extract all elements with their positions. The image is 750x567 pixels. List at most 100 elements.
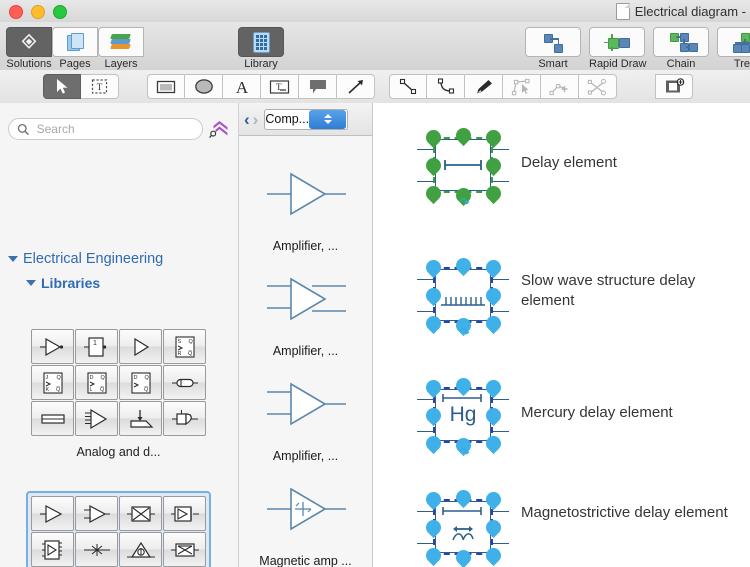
smart-button[interactable] <box>525 27 581 57</box>
library-thumb-grid[interactable]: 1 SQRQ̅ JQKQ̅ DQLQ̅ DQQ̅ <box>28 326 209 439</box>
amplifier-2in-1out-icon <box>239 368 372 440</box>
shape-slow-wave-structure-delay-element[interactable]: ↷ <box>411 241 515 345</box>
bar-with-ends-icon <box>435 139 491 191</box>
shape-list-item[interactable]: Amplifier, ... <box>239 158 372 253</box>
shape-list-item[interactable]: Amplifier, ... <box>239 368 372 463</box>
search-input[interactable] <box>35 121 194 137</box>
library-shape-cell[interactable]: DQLQ̅ <box>75 365 118 400</box>
arc-tool[interactable] <box>427 74 465 99</box>
shape-list-item[interactable]: Magnetic amp ... <box>239 473 372 567</box>
arrow-tool[interactable] <box>337 74 375 99</box>
line-tools-group <box>389 74 617 99</box>
library-shape-cell[interactable] <box>119 401 162 436</box>
library-shape-cell[interactable] <box>119 496 162 531</box>
library-shape-cell[interactable]: DQQ̅ <box>119 365 162 400</box>
library-thumb-grid-selected[interactable] <box>26 491 211 567</box>
library-shape-cell[interactable]: 1 <box>75 329 118 364</box>
library-shape-cell[interactable]: JQKQ̅ <box>31 365 74 400</box>
shape-tools-group: A T <box>147 74 375 99</box>
shape-label: Mercury delay element <box>521 403 736 423</box>
callout-icon <box>308 78 328 95</box>
rapid-draw-button[interactable] <box>589 27 645 57</box>
library-button[interactable] <box>238 27 284 57</box>
shape-label: Slow wave structure delay element <box>521 271 736 311</box>
library-shape-cell[interactable]: SQRQ̅ <box>163 329 206 364</box>
library-shape-cell[interactable] <box>163 532 206 567</box>
document-title: Electrical diagram - <box>616 2 746 20</box>
zoom-button[interactable] <box>53 5 67 19</box>
draw-toolbar: T A <box>0 70 750 104</box>
pages-button[interactable] <box>52 27 98 57</box>
tree-button[interactable] <box>717 27 750 57</box>
smart-label: Smart <box>525 58 581 70</box>
stepper-updown-icon[interactable] <box>309 110 346 129</box>
select-tools-group: T <box>43 74 119 99</box>
add-point-tool[interactable] <box>541 74 579 99</box>
library-shape-cell[interactable] <box>31 401 74 436</box>
rectangle-tool[interactable] <box>147 74 185 99</box>
tree-node-electrical-engineering[interactable]: Electrical Engineering <box>8 251 163 267</box>
edit-points-tool[interactable] <box>503 74 541 99</box>
curved-line-icon <box>436 78 456 95</box>
hotspot-tool[interactable] <box>655 74 693 99</box>
ellipse-tool[interactable] <box>185 74 223 99</box>
library-card-analog-and-digital[interactable]: 1 SQRQ̅ JQKQ̅ DQLQ̅ DQQ̅ <box>28 326 209 459</box>
layers-button-wrap: Layers <box>98 27 144 57</box>
extra-tools-group <box>655 74 693 99</box>
library-shape-cell[interactable] <box>75 532 118 567</box>
svg-text:A: A <box>235 78 248 96</box>
shape-caption: Amplifier, ... <box>239 449 372 463</box>
shape-delay-element[interactable]: ↷ <box>411 111 515 215</box>
library-select[interactable]: Comp... <box>264 109 348 130</box>
library-icon <box>253 32 270 53</box>
document-icon <box>616 3 630 20</box>
solutions-icon <box>20 33 38 51</box>
tree-label-electrical-engineering: Electrical Engineering <box>23 251 163 267</box>
solutions-button[interactable] <box>6 27 52 57</box>
minimize-button[interactable] <box>31 5 45 19</box>
line-tool[interactable] <box>389 74 427 99</box>
library-shape-cell[interactable] <box>163 401 206 436</box>
layers-button[interactable] <box>98 27 144 57</box>
library-shape-cell[interactable] <box>75 496 118 531</box>
search-solution-icon[interactable] <box>209 119 229 139</box>
cut-path-tool[interactable] <box>579 74 617 99</box>
toolbar-left-group: Solutions Pages Layers <box>6 27 144 57</box>
library-shape-cell[interactable] <box>31 329 74 364</box>
library-shape-cell[interactable] <box>119 532 162 567</box>
tree-node-libraries[interactable]: Libraries <box>26 275 163 291</box>
svg-text:S: S <box>177 339 181 345</box>
library-shape-cell[interactable] <box>31 496 74 531</box>
search-box[interactable] <box>8 118 203 140</box>
svg-text:Q: Q <box>144 375 149 381</box>
rotate-handle-icon[interactable]: ↷ <box>459 195 470 211</box>
text-select-tool[interactable]: T <box>81 74 119 99</box>
chevron-left-icon[interactable]: ‹ <box>244 111 250 128</box>
magnetic-amplifier-icon <box>239 473 372 545</box>
library-shape-cell[interactable] <box>163 496 206 531</box>
shape-list-item[interactable]: Amplifier, ... <box>239 263 372 358</box>
shape-mercury-delay-element[interactable]: Hg ↷ <box>411 361 515 465</box>
rotate-handle-icon[interactable]: ↷ <box>459 445 470 461</box>
library-card-composite-assemblies[interactable]: Composite as... <box>26 491 211 567</box>
shape-magnetostrictive-delay-element[interactable] <box>411 473 515 567</box>
chevron-down-icon[interactable] <box>8 256 18 262</box>
callout-tool[interactable] <box>299 74 337 99</box>
chevron-down-icon[interactable] <box>26 280 36 286</box>
chain-button[interactable] <box>653 27 709 57</box>
library-select-value: Comp... <box>265 112 309 126</box>
library-shape-cell[interactable] <box>163 365 206 400</box>
chevron-right-icon[interactable]: › <box>253 111 259 128</box>
close-button[interactable] <box>9 5 23 19</box>
edit-points-icon <box>511 78 532 96</box>
library-shape-cell[interactable] <box>75 401 118 436</box>
pen-tool[interactable] <box>465 74 503 99</box>
library-shape-cell[interactable] <box>31 532 74 567</box>
pointer-tool[interactable] <box>43 74 81 99</box>
shape-caption: Amplifier, ... <box>239 344 372 358</box>
text-box-tool[interactable]: T <box>261 74 299 99</box>
text-tool[interactable]: A <box>223 74 261 99</box>
canvas-area[interactable]: ↷ Delay element <box>373 103 750 567</box>
rotate-handle-icon[interactable]: ↷ <box>459 325 470 341</box>
library-shape-cell[interactable] <box>119 329 162 364</box>
